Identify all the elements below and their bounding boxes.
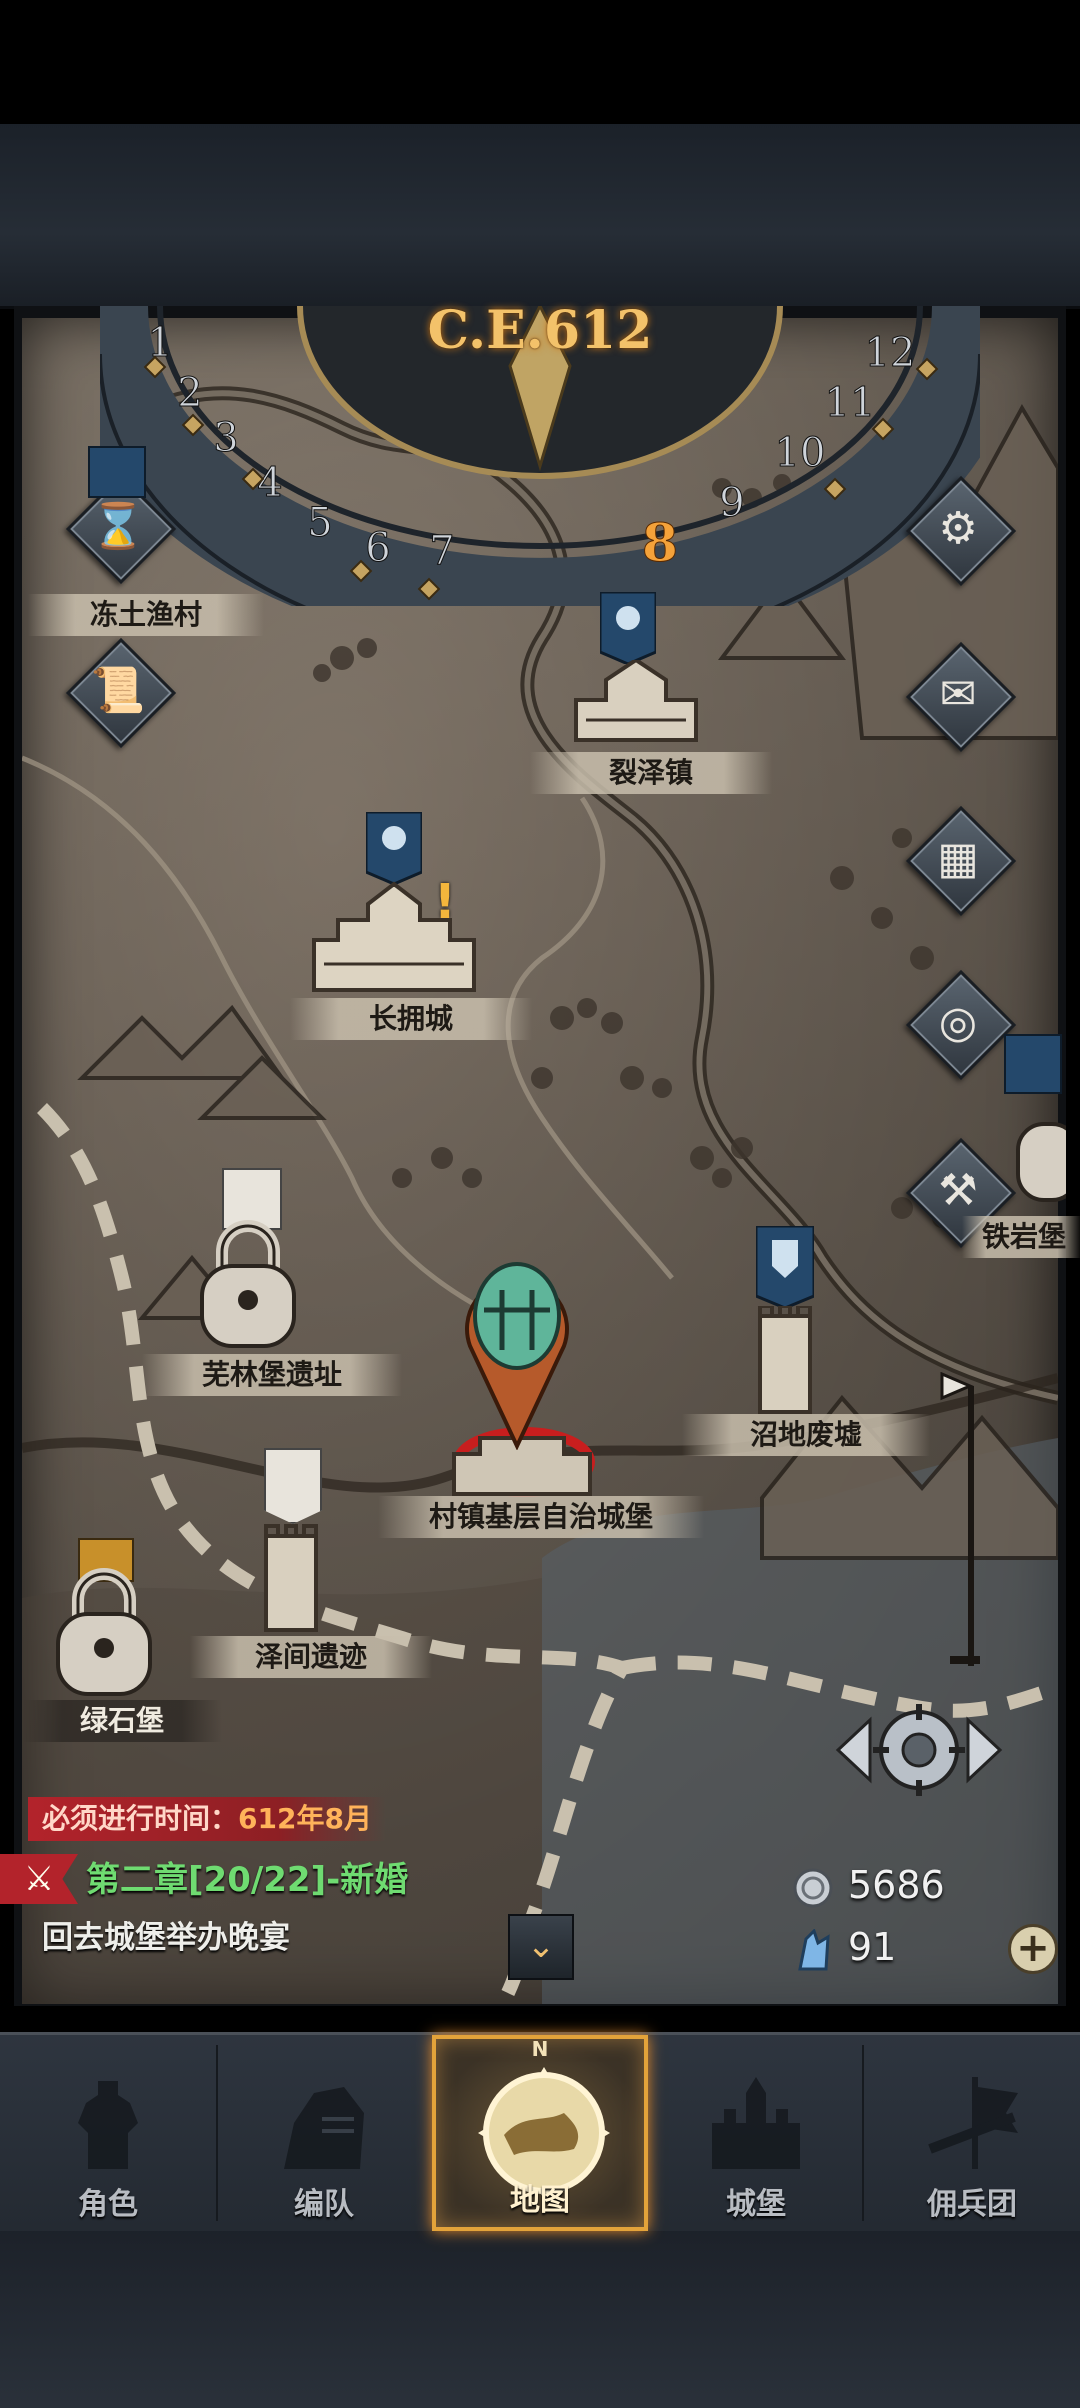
banner-changyong-city — [366, 812, 422, 884]
banner-frozen-fishing-village — [88, 446, 146, 498]
ironrock-fort-lock[interactable] — [1014, 1084, 1066, 1204]
month-2: 2 — [177, 370, 202, 416]
status-bar-area — [0, 0, 1080, 124]
scroll-button[interactable]: 📜 — [65, 637, 177, 749]
location-label-ironrock-fort[interactable]: 铁岩堡 — [962, 1216, 1080, 1258]
location-label-changyong-city[interactable]: 长拥城 — [290, 998, 532, 1040]
month-4: 4 — [257, 460, 282, 506]
nav-map[interactable]: N 地图 — [432, 2035, 648, 2231]
changyong-city-building[interactable] — [308, 880, 480, 996]
rift-town-building[interactable] — [566, 660, 702, 750]
settings-button[interactable]: ⚙ — [905, 475, 1017, 587]
zejian-ruins-tower[interactable] — [260, 1524, 322, 1632]
quest-deadline-value: 612年8月 — [238, 1802, 372, 1835]
nav-team[interactable]: 编队 — [216, 2035, 432, 2231]
mail-button[interactable]: ✉ — [905, 641, 1017, 753]
collapse-button[interactable]: ⌄ — [508, 1914, 574, 1980]
header-band — [0, 124, 1080, 309]
month-10: 10 — [775, 430, 826, 476]
zoom-slider-base — [950, 1656, 980, 1664]
banner-rift-town — [600, 592, 656, 664]
quest-description[interactable]: 回去城堡举办晚宴 — [42, 1912, 290, 1957]
nav-castle-label: 城堡 — [726, 2187, 786, 2222]
recenter-compass-button[interactable] — [834, 1700, 1004, 1800]
zoom-slider-track[interactable] — [968, 1386, 974, 1666]
crystal-amount: 91 — [848, 1925, 897, 1969]
castle-icon — [712, 2077, 800, 2169]
helmet-icon — [284, 2087, 364, 2169]
zoom-flag-icon[interactable] — [938, 1372, 974, 1402]
nav-map-label: 地图 — [510, 2183, 570, 2218]
crystal-icon — [798, 1928, 830, 1970]
grid-icon: ▦ — [937, 832, 979, 884]
grid-button[interactable]: ▦ — [905, 805, 1017, 917]
month-5: 5 — [307, 500, 332, 546]
location-label-wufei-ruins[interactable]: 芜林堡遗址 — [142, 1354, 402, 1396]
month-7: 7 — [429, 528, 454, 574]
compass-north-label: N — [531, 2037, 549, 2061]
banner-marsh-ruins — [756, 1226, 814, 1308]
scroll-icon: 📜 — [90, 665, 146, 716]
add-resource-button[interactable]: + — [1008, 1924, 1058, 1974]
gear-icon: ⚙ — [938, 502, 978, 554]
location-label-frozen-fishing-village[interactable]: 冻土渔村 — [28, 594, 264, 636]
envelope-icon: ✉ — [939, 668, 977, 720]
nav-character[interactable]: 角色 — [0, 2035, 216, 2231]
calendar-year: C.E.612 — [427, 300, 653, 361]
nav-team-label: 编队 — [294, 2187, 354, 2222]
quest-chapter[interactable]: 第二章[20/22]-新婚 — [0, 1854, 408, 1906]
nav-mercenary[interactable]: 佣兵团 — [864, 2035, 1080, 2231]
player-location-marker[interactable] — [462, 1250, 572, 1450]
chevron-down-icon: ⌄ — [526, 1926, 556, 1966]
quest-deadline: 必须进行时间：612年8月 — [28, 1797, 386, 1841]
bottom-band — [0, 2225, 1080, 2408]
bottom-nav: 角色 编队 N 地图 城堡 佣兵团 — [0, 2032, 1080, 2231]
silver-resource: 5686 — [792, 1858, 945, 1912]
month-8: 8 — [642, 513, 678, 574]
location-label-rift-town[interactable]: 裂泽镇 — [530, 752, 772, 794]
wufei-ruins-lock[interactable] — [196, 1218, 300, 1352]
month-11: 11 — [825, 380, 876, 426]
month-9: 9 — [719, 480, 744, 526]
greenstone-fort-lock[interactable] — [54, 1566, 154, 1698]
nav-castle[interactable]: 城堡 — [648, 2035, 864, 2231]
location-label-greenstone-fort[interactable]: 绿石堡 — [22, 1700, 222, 1742]
month-6: 6 — [365, 525, 390, 571]
silver-amount: 5686 — [848, 1863, 945, 1907]
location-label-marsh-ruins[interactable]: 沼地废墟 — [682, 1414, 930, 1456]
month-12: 12 — [865, 330, 916, 376]
coin-button[interactable]: ◎ — [905, 969, 1017, 1081]
location-label-zejian-ruins[interactable]: 泽间遗迹 — [190, 1636, 432, 1678]
crystal-resource: 91 — [792, 1920, 896, 1974]
month-1: 1 — [147, 320, 172, 366]
nav-character-label: 角色 — [78, 2187, 138, 2222]
knight-icon — [78, 2081, 138, 2169]
location-label-home-castle[interactable]: 村镇基层自治城堡 — [378, 1496, 704, 1538]
quest-deadline-label: 必须进行时间： — [42, 1802, 239, 1835]
nav-mercenary-label: 佣兵团 — [927, 2187, 1017, 2222]
month-3: 3 — [213, 415, 238, 461]
mercenary-banner-icon — [928, 2077, 1018, 2169]
marsh-ruins-tower[interactable] — [756, 1306, 814, 1414]
silver-coin-icon — [793, 1868, 833, 1907]
banner-zejian-ruins — [264, 1448, 322, 1524]
coin-icon: ◎ — [938, 996, 978, 1048]
